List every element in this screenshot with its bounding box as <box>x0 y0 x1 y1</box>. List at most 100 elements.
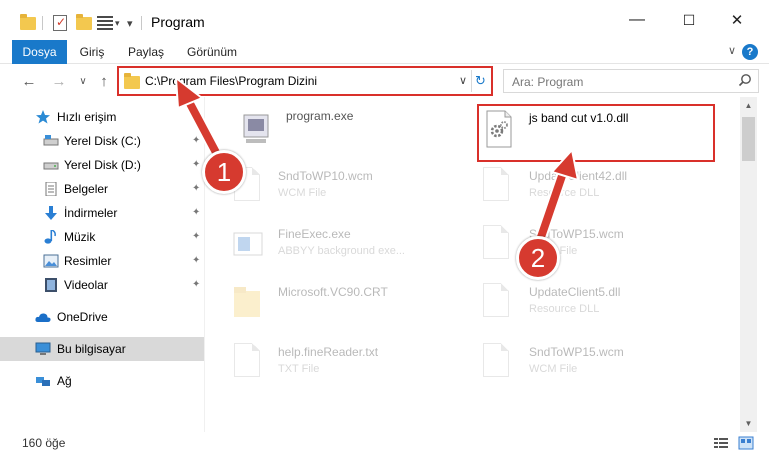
tab-share[interactable]: Paylaş <box>127 40 165 64</box>
drive-icon <box>43 135 59 146</box>
file-item[interactable]: Microsoft.VC90.CRT <box>208 277 453 335</box>
file-name: Microsoft.VC90.CRT <box>278 285 388 299</box>
file-item[interactable]: UpdateClient42.dll Resource DLL <box>459 161 704 219</box>
close-button[interactable]: ✕ <box>714 0 760 40</box>
file-item-program-exe[interactable]: program.exe <box>216 103 461 161</box>
sidebar-item-label: İndirmeler <box>64 206 118 220</box>
documents-icon <box>45 182 57 196</box>
sidebar-item-this-pc[interactable]: Bu bilgisayar <box>0 337 204 361</box>
file-name: FineExec.exe <box>278 227 351 241</box>
file-name: help.fineReader.txt <box>278 345 379 359</box>
pin-icon[interactable]: ✦ <box>192 135 200 146</box>
pin-icon[interactable]: ✦ <box>192 159 200 170</box>
file-item[interactable]: UpdateClient5.dll Resource DLL <box>459 277 704 335</box>
pin-icon[interactable]: ✦ <box>192 231 200 242</box>
file-type: Resource DLL <box>529 303 600 315</box>
details-view-icon[interactable] <box>713 436 729 450</box>
sidebar-item-onedrive[interactable]: OneDrive <box>0 305 204 329</box>
file-type: WCM File <box>278 187 327 199</box>
file-item[interactable]: SndToWP15.wcm WCM File <box>459 219 704 277</box>
scrollbar-thumb[interactable] <box>742 117 755 161</box>
file-type: WCM File <box>529 363 578 375</box>
file-name: UpdateClient5.dll <box>529 285 621 299</box>
refresh-button[interactable]: ↻ <box>471 70 489 92</box>
tab-view[interactable]: Görünüm <box>186 40 238 64</box>
music-icon <box>44 230 56 244</box>
search-icon <box>738 74 751 87</box>
new-folder-icon[interactable] <box>76 13 92 32</box>
folder-icon <box>234 287 260 317</box>
scroll-up-icon[interactable]: ▲ <box>740 97 757 114</box>
network-icon <box>36 377 50 386</box>
computer-icon <box>35 342 51 355</box>
sidebar-item-videos[interactable]: Videolar ✦ <box>0 273 204 297</box>
exe-file-icon <box>243 114 269 143</box>
expand-ribbon-icon[interactable]: ∨ <box>728 44 736 57</box>
back-button[interactable]: ← <box>18 70 40 92</box>
view-options-icon[interactable] <box>97 14 113 32</box>
pin-icon[interactable]: ✦ <box>192 279 200 290</box>
download-icon <box>45 206 57 220</box>
sidebar-item-label: Hızlı erişim <box>57 110 117 124</box>
file-type: TXT File <box>278 363 320 375</box>
sidebar-item-downloads[interactable]: İndirmeler ✦ <box>0 201 204 225</box>
star-icon <box>36 110 50 124</box>
sidebar-item-label: Yerel Disk (D:) <box>64 158 141 172</box>
customize-dropdown-icon[interactable]: ▾ <box>127 14 133 32</box>
up-button[interactable]: ↑ <box>94 70 114 92</box>
minimize-button[interactable]: — <box>614 0 660 40</box>
address-bar[interactable]: C:\Program Files\Program Dizini ∨ ↻ <box>117 66 493 96</box>
address-path[interactable]: C:\Program Files\Program Dizini <box>145 74 317 88</box>
pin-icon[interactable]: ✦ <box>192 183 200 194</box>
sidebar-item-music[interactable]: Müzik ✦ <box>0 225 204 249</box>
pin-icon[interactable]: ✦ <box>192 207 200 218</box>
status-bar: 160 öğe <box>0 432 769 454</box>
folder-icon <box>124 73 140 89</box>
navigation-pane: Hızlı erişim Yerel Disk (C:) ✦ Yerel Dis… <box>0 97 205 432</box>
sidebar-item-label: OneDrive <box>57 310 108 324</box>
help-icon[interactable]: ? <box>742 44 758 60</box>
item-count: 160 öğe <box>22 436 66 450</box>
file-name: SndToWP10.wcm <box>278 169 373 183</box>
forward-button[interactable]: → <box>48 70 70 92</box>
step-badge-1: 1 <box>202 150 246 194</box>
maximize-button[interactable]: ☐ <box>666 0 712 40</box>
cloud-icon <box>35 313 51 322</box>
search-input[interactable]: Ara: Program <box>503 69 759 93</box>
window-title: Program <box>151 14 205 30</box>
file-item[interactable]: SndToWP15.wcm WCM File <box>459 337 704 395</box>
tab-file[interactable]: Dosya <box>12 40 67 64</box>
tab-home[interactable]: Giriş <box>76 40 108 64</box>
sidebar-item-pictures[interactable]: Resimler ✦ <box>0 249 204 273</box>
pictures-icon <box>43 254 59 268</box>
sidebar-item-quick-access[interactable]: Hızlı erişim <box>0 105 204 129</box>
sidebar-item-documents[interactable]: Belgeler ✦ <box>0 177 204 201</box>
properties-icon[interactable] <box>53 14 67 32</box>
separator <box>42 16 43 30</box>
file-type: ABBYY background exe... <box>278 245 405 257</box>
file-icon <box>483 343 515 383</box>
sidebar-item-network[interactable]: Ağ <box>0 369 204 393</box>
file-name: UpdateClient42.dll <box>529 169 628 183</box>
sidebar-item-local-disk-c[interactable]: Yerel Disk (C:) ✦ <box>0 129 204 153</box>
sidebar-item-label: Bu bilgisayar <box>57 342 126 356</box>
title-bar: ▾ ▾ Program — ☐ ✕ <box>0 0 769 40</box>
text-file-icon <box>234 343 266 383</box>
customize-toolbar-icon[interactable]: ▾ <box>115 14 120 32</box>
file-item[interactable]: FineExec.exe ABBYY background exe... <box>208 219 453 277</box>
scroll-down-icon[interactable]: ▼ <box>740 415 757 432</box>
folder-icon <box>20 13 36 32</box>
sidebar-item-label: Yerel Disk (C:) <box>64 134 141 148</box>
sidebar-item-local-disk-d[interactable]: Yerel Disk (D:) ✦ <box>0 153 204 177</box>
file-name: program.exe <box>286 109 354 123</box>
sidebar-item-label: Belgeler <box>64 182 109 196</box>
file-item[interactable]: help.fineReader.txt TXT File <box>208 337 453 395</box>
exe-file-icon <box>233 232 263 256</box>
address-dropdown-icon[interactable]: ∨ <box>456 71 470 91</box>
large-icons-view-icon[interactable] <box>738 436 754 450</box>
drive-icon <box>43 162 59 170</box>
pin-icon[interactable]: ✦ <box>192 255 200 266</box>
recent-locations-button[interactable]: ∨ <box>76 70 90 92</box>
vertical-scrollbar[interactable]: ▲ ▼ <box>740 97 757 432</box>
file-name: SndToWP15.wcm <box>529 345 624 359</box>
